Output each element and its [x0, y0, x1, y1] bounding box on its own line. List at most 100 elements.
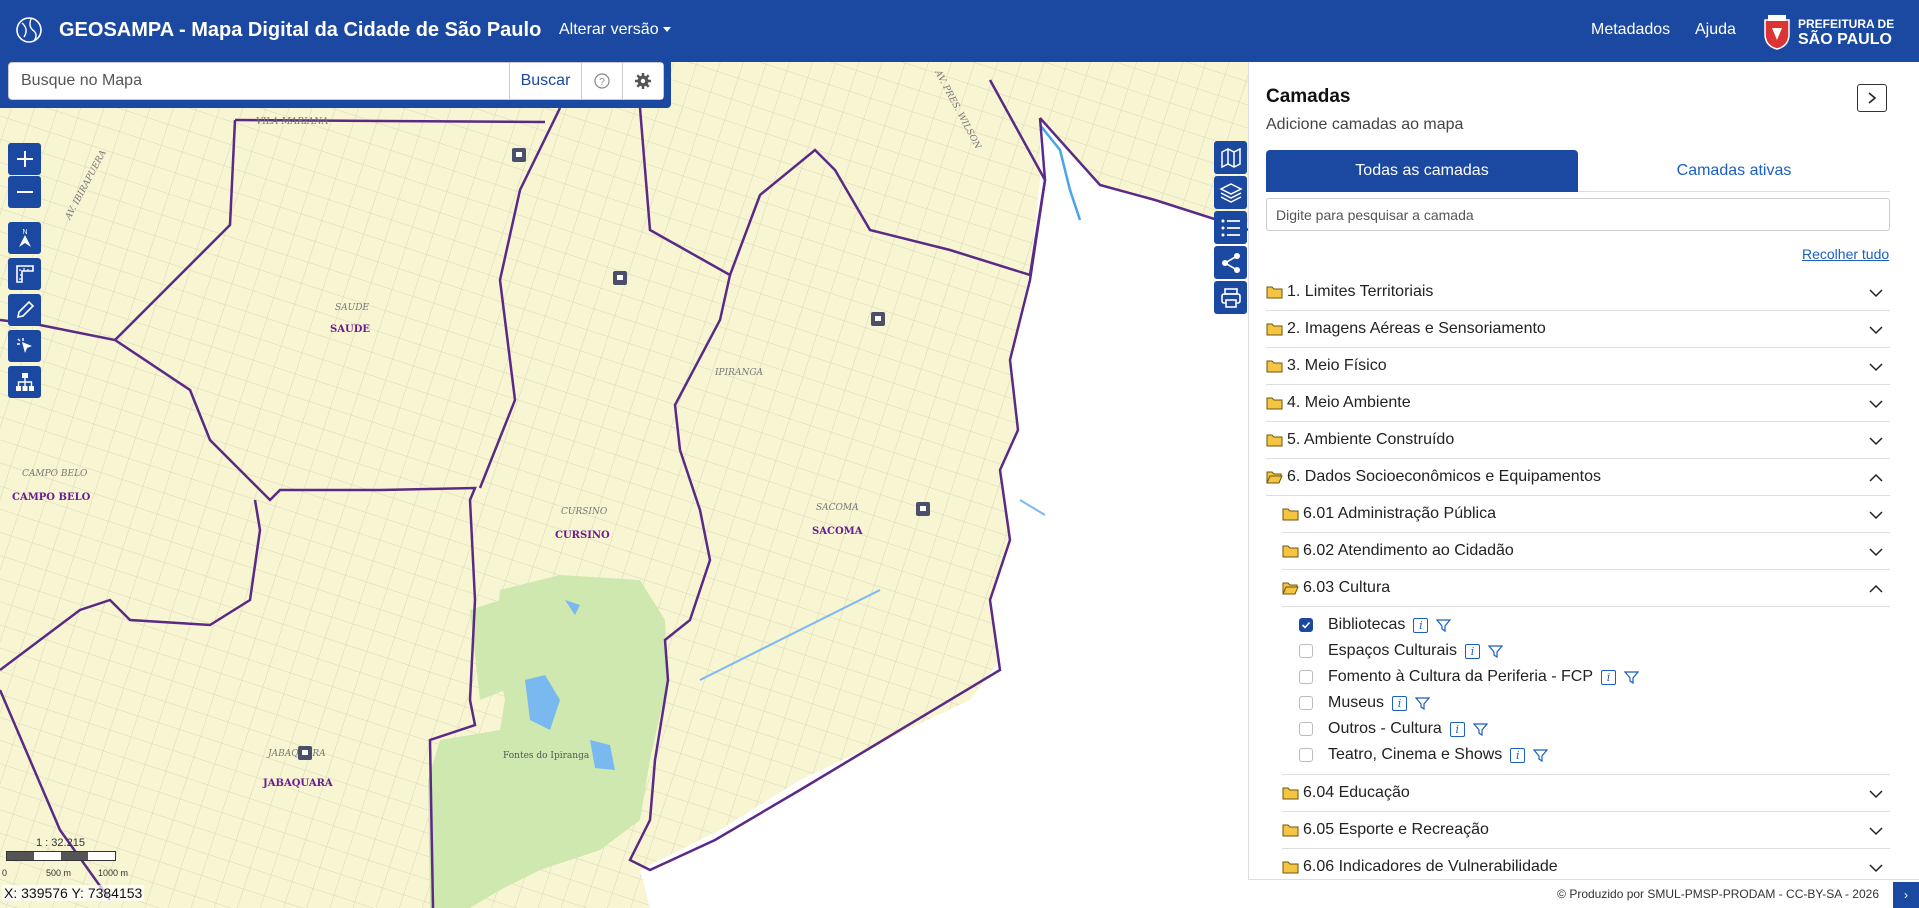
layer-label: Outros - Cultura — [1328, 720, 1442, 737]
subcategory-esporte[interactable]: 6.05 Esporte e Recreação — [1282, 812, 1890, 849]
zoom-out-button[interactable] — [8, 176, 41, 208]
select-button[interactable] — [8, 330, 41, 362]
info-icon[interactable]: i — [1510, 747, 1526, 763]
ajuda-link[interactable]: Ajuda — [1695, 21, 1736, 39]
filter-icon[interactable] — [1487, 644, 1503, 659]
print-button[interactable] — [1214, 281, 1247, 314]
question-circle-icon: ? — [594, 73, 610, 89]
small-label-sacoma: SACOMA — [816, 503, 859, 513]
prefeitura-logo[interactable]: PREFEITURA DE SÃO PAULO — [1762, 14, 1910, 50]
minus-icon — [16, 191, 33, 193]
basemap-button[interactable] — [1214, 141, 1247, 174]
category-imagens[interactable]: 2. Imagens Aéreas e Sensoriamento — [1266, 311, 1890, 348]
layer-checkbox[interactable] — [1299, 748, 1313, 762]
layer-museus: Museus i — [1299, 691, 1431, 715]
info-icon[interactable]: i — [1601, 669, 1616, 685]
chevron-down-icon — [1869, 363, 1883, 372]
small-label-cursino: CURSINO — [561, 507, 608, 517]
folder-icon — [1282, 545, 1299, 558]
north-arrow-icon: N — [18, 229, 31, 247]
map-search-input[interactable] — [9, 63, 509, 99]
filter-icon[interactable] — [1624, 670, 1639, 685]
subcategory-educacao[interactable]: 6.04 Educação — [1282, 775, 1890, 812]
category-dados-socioeconomicos[interactable]: 6. Dados Socioeconômicos e Equipamentos — [1266, 459, 1890, 496]
top-navbar: GEOSAMPA - Mapa Digital da Cidade de São… — [0, 0, 1919, 62]
info-icon[interactable]: i — [1449, 721, 1465, 737]
district-label-cursino: CURSINO — [555, 530, 610, 541]
panel-collapse-button[interactable] — [1857, 84, 1887, 112]
measure-button[interactable] — [8, 258, 41, 290]
filter-icon[interactable] — [1436, 618, 1452, 633]
layer-checkbox[interactable] — [1299, 722, 1313, 736]
svg-text:N: N — [22, 229, 27, 236]
north-arrow-button[interactable]: N — [8, 222, 41, 254]
legend-button[interactable] — [1214, 211, 1247, 244]
search-button[interactable]: Buscar — [509, 63, 581, 99]
small-label-jabaquara: JABAQUARA — [266, 749, 326, 759]
draw-button[interactable] — [8, 294, 41, 326]
metadados-link[interactable]: Metadados — [1591, 21, 1670, 39]
info-icon[interactable]: i — [1392, 695, 1408, 711]
map-canvas[interactable]: SAUDE CAMPO BELO CURSINO SACOMA JABAQUAR… — [0, 62, 1249, 908]
map-search: Buscar ? — [8, 62, 664, 100]
category-meio-fisico[interactable]: 3. Meio Físico — [1266, 348, 1890, 385]
subcategory-label: 6.03 Cultura — [1303, 579, 1391, 596]
subcategory-vulnerabilidade[interactable]: 6.06 Indicadores de Vulnerabilidade — [1282, 849, 1890, 879]
prefeitura-line2: SÃO PAULO — [1798, 31, 1892, 48]
layers-button[interactable] — [1214, 176, 1247, 209]
search-settings-button[interactable] — [622, 63, 663, 99]
category-ambiente-construido[interactable]: 5. Ambiente Construído — [1266, 422, 1890, 459]
prefeitura-line1: PREFEITURA DE — [1798, 17, 1895, 31]
layer-outros-cultura: Outros - Cultura i — [1299, 717, 1488, 741]
footer-toggle-button[interactable]: › — [1893, 882, 1919, 908]
chevron-right-icon — [1868, 92, 1877, 104]
zoom-in-button[interactable] — [8, 143, 41, 175]
svg-text:?: ? — [599, 77, 605, 88]
version-dropdown[interactable]: Alterar versão — [559, 21, 671, 39]
info-icon[interactable]: i — [1413, 617, 1429, 633]
panel-title: Camadas — [1266, 86, 1351, 107]
district-label-sacoma: SACOMA — [812, 526, 863, 537]
subcategory-cultura[interactable]: 6.03 Cultura — [1282, 570, 1890, 607]
category-label: 4. Meio Ambiente — [1287, 394, 1411, 411]
tab-all-layers[interactable]: Todas as camadas — [1266, 150, 1578, 192]
printer-icon — [1220, 287, 1241, 308]
layer-search-input[interactable] — [1266, 198, 1890, 231]
subcategory-administracao[interactable]: 6.01 Administração Pública — [1282, 496, 1890, 533]
layer-checkbox[interactable] — [1299, 670, 1313, 684]
folder-icon — [1282, 861, 1299, 874]
folder-open-icon — [1266, 471, 1283, 484]
district-label-campo-belo: CAMPO BELO — [12, 492, 91, 503]
subcategory-label: 6.05 Esporte e Recreação — [1303, 821, 1489, 838]
subcategory-atendimento[interactable]: 6.02 Atendimento ao Cidadão — [1282, 533, 1890, 570]
geosampa-logo-icon[interactable] — [14, 15, 44, 45]
layer-checkbox[interactable] — [1299, 696, 1313, 710]
plus-icon — [16, 151, 33, 167]
share-button[interactable] — [1214, 246, 1247, 279]
collapse-all-link[interactable]: Recolher tudo — [1802, 246, 1889, 262]
tab-active-layers[interactable]: Camadas ativas — [1578, 150, 1890, 192]
info-icon[interactable]: i — [1464, 643, 1480, 659]
chevron-down-icon — [1869, 400, 1883, 409]
filter-icon[interactable] — [1533, 748, 1549, 763]
layer-label: Espaços Culturais — [1328, 642, 1457, 659]
chevron-down-icon — [1869, 326, 1883, 335]
chevron-down-icon — [1869, 511, 1883, 520]
hierarchy-button[interactable] — [8, 366, 41, 398]
layer-label: Fomento à Cultura da Periferia - FCP — [1328, 668, 1593, 685]
sitemap-icon — [15, 373, 34, 391]
layers-icon — [1218, 182, 1243, 203]
scale-tick-500: 500 m — [46, 868, 72, 878]
category-limites[interactable]: 1. Limites Territoriais — [1266, 274, 1890, 311]
layer-checkbox[interactable] — [1299, 618, 1313, 632]
category-meio-ambiente[interactable]: 4. Meio Ambiente — [1266, 385, 1890, 422]
filter-icon[interactable] — [1415, 696, 1431, 711]
layer-label: Bibliotecas — [1328, 616, 1406, 633]
folder-icon — [1266, 323, 1283, 336]
filter-icon[interactable] — [1472, 722, 1488, 737]
chevron-down-icon — [1869, 827, 1883, 836]
district-label-jabaquara: JABAQUARA — [262, 778, 333, 789]
small-label-campo-belo: CAMPO BELO — [22, 469, 88, 479]
layer-checkbox[interactable] — [1299, 644, 1313, 658]
search-help-button[interactable]: ? — [581, 63, 622, 99]
